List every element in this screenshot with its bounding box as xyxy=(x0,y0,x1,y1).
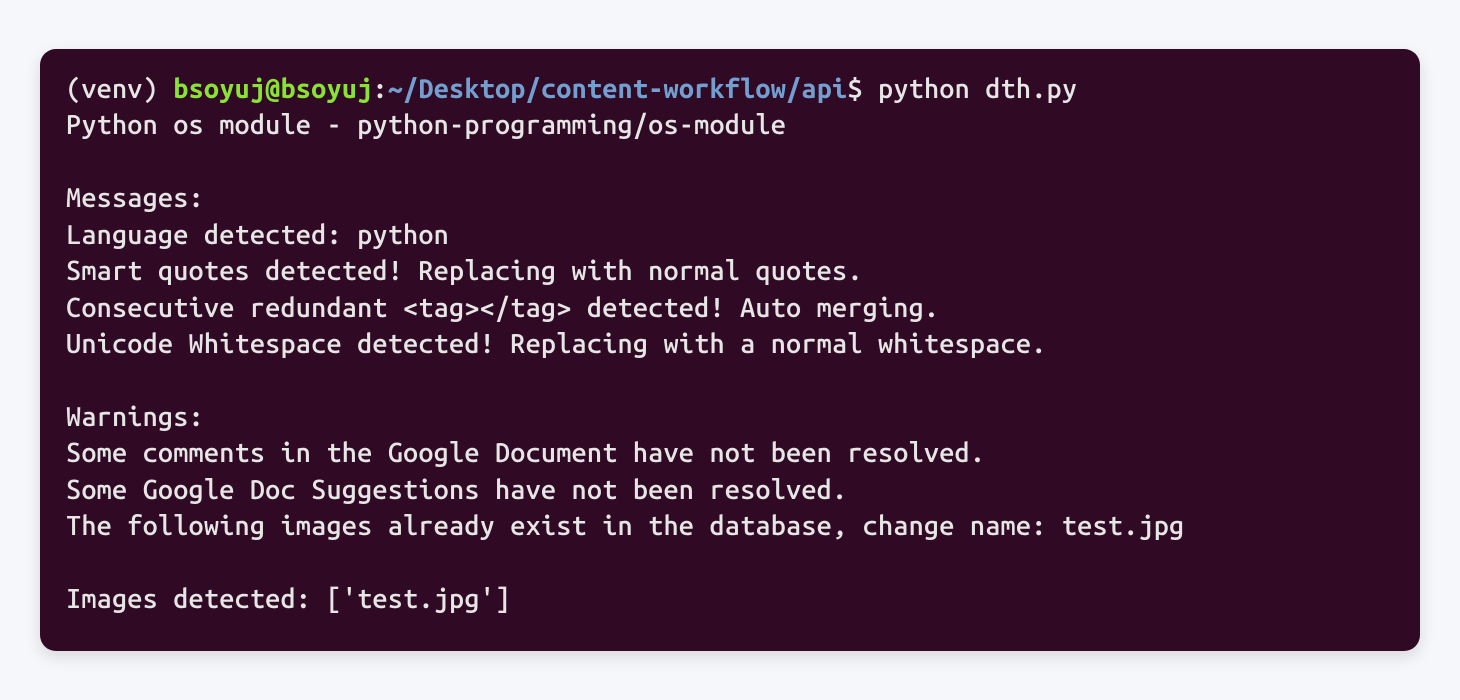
message-line: Consecutive redundant <tag></tag> detect… xyxy=(66,293,939,323)
warnings-header: Warnings: xyxy=(66,402,204,432)
prompt-user-host: bsoyuj@bsoyuj xyxy=(173,74,372,104)
messages-header: Messages: xyxy=(66,183,204,213)
message-line: Smart quotes detected! Replacing with no… xyxy=(66,256,863,286)
terminal-window[interactable]: (venv) bsoyuj@bsoyuj:~/Desktop/content-w… xyxy=(40,49,1420,651)
warning-line: The following images already exist in th… xyxy=(66,511,1184,541)
images-detected-line: Images detected: ['test.jpg'] xyxy=(66,584,510,614)
terminal-content: (venv) bsoyuj@bsoyuj:~/Desktop/content-w… xyxy=(66,71,1394,618)
prompt-path: ~/Desktop/content-workflow/api xyxy=(388,74,848,104)
prompt-command: python dth.py xyxy=(878,74,1077,104)
prompt-venv: (venv) xyxy=(66,74,173,104)
warning-line: Some comments in the Google Document hav… xyxy=(66,438,985,468)
output-title: Python os module - python-programming/os… xyxy=(66,110,786,140)
warning-line: Some Google Doc Suggestions have not bee… xyxy=(66,475,847,505)
message-line: Language detected: python xyxy=(66,220,449,250)
prompt-colon: : xyxy=(372,74,387,104)
message-line: Unicode Whitespace detected! Replacing w… xyxy=(66,329,1046,359)
prompt-dollar: $ xyxy=(847,74,878,104)
